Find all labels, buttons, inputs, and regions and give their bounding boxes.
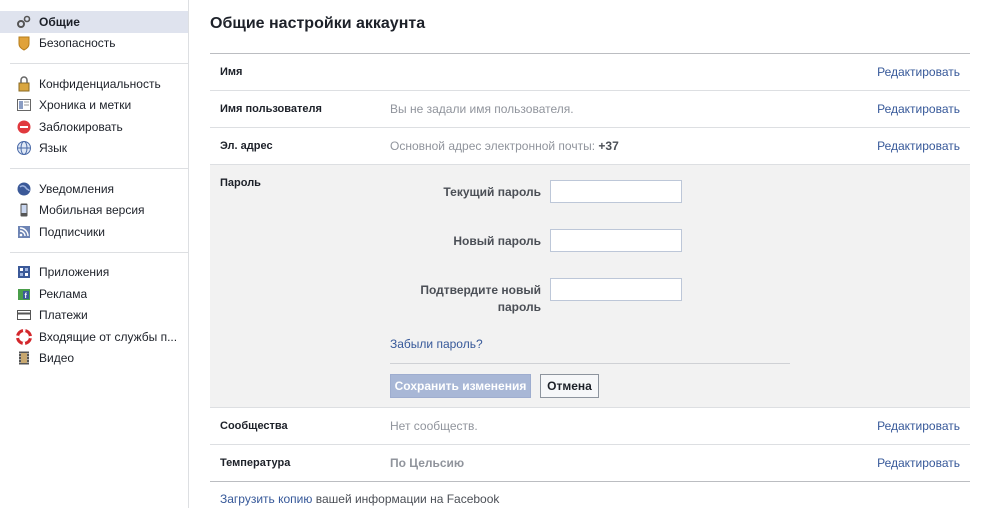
edit-email-link[interactable]: Редактировать: [877, 139, 960, 153]
settings-main: Общие настройки аккаунта Имя Редактирова…: [210, 0, 970, 506]
timeline-icon: [16, 97, 32, 113]
confirm-password-input[interactable]: [550, 278, 682, 301]
sidebar-item-label: Приложения: [39, 265, 110, 280]
sidebar-item-ads[interactable]: f Реклама: [0, 283, 188, 305]
sidebar-item-label: Язык: [39, 141, 68, 156]
sidebar-item-label: Подписчики: [39, 224, 106, 239]
block-icon: [16, 119, 32, 135]
download-copy-text: вашей информации на Facebook: [312, 492, 500, 506]
payments-icon: [16, 307, 32, 323]
sidebar-item-notifications[interactable]: Уведомления: [0, 178, 188, 200]
email-value-bold: +37: [598, 139, 619, 153]
sidebar-divider: [10, 63, 188, 64]
setting-row-name[interactable]: Имя Редактировать: [210, 54, 970, 91]
apps-icon: [16, 264, 32, 280]
sidebar-item-label: Платежи: [39, 308, 88, 323]
cancel-button[interactable]: Отмена: [540, 374, 599, 398]
download-copy-footer: Загрузить копию вашей информации на Face…: [220, 492, 499, 506]
forgot-password-link[interactable]: Забыли пароль?: [390, 337, 483, 351]
setting-value: Основной адрес электронной почты: +37: [390, 139, 619, 153]
settings-sidebar: Общие Безопасность Конфиденциальность Хр…: [0, 0, 189, 508]
setting-value: Нет сообществ.: [390, 419, 478, 433]
sidebar-item-followers[interactable]: Подписчики: [0, 221, 188, 243]
setting-value: Вы не задали имя пользователя.: [390, 102, 574, 116]
lock-icon: [16, 76, 32, 92]
setting-row-email[interactable]: Эл. адрес Основной адрес электронной поч…: [210, 128, 970, 165]
sidebar-item-label: Реклама: [39, 286, 88, 301]
sidebar-item-security[interactable]: Безопасность: [0, 33, 188, 55]
sidebar-item-label: Хроника и метки: [39, 98, 132, 113]
email-value-text: Основной адрес электронной почты:: [390, 139, 599, 153]
sidebar-item-apps[interactable]: Приложения: [0, 262, 188, 284]
sidebar-item-privacy[interactable]: Конфиденциальность: [0, 73, 188, 95]
sidebar-item-label: Заблокировать: [39, 119, 123, 134]
sidebar-item-label: Конфиденциальность: [39, 76, 161, 91]
gears-icon: [16, 14, 32, 30]
nav-group-apps: Приложения f Реклама Платежи Входящие от…: [0, 262, 188, 370]
sidebar-item-payments[interactable]: Платежи: [0, 305, 188, 327]
password-section: Пароль Текущий пароль Новый пароль Подтв…: [210, 165, 970, 408]
sidebar-item-label: Уведомления: [39, 181, 115, 196]
sidebar-item-blocking[interactable]: Заблокировать: [0, 116, 188, 138]
sidebar-item-label: Мобильная версия: [39, 203, 145, 218]
sidebar-item-mobile[interactable]: Мобильная версия: [0, 200, 188, 222]
nav-group-general: Общие Безопасность: [0, 0, 188, 54]
globe-icon: [16, 140, 32, 156]
sidebar-item-timeline[interactable]: Хроника и метки: [0, 95, 188, 117]
save-changes-button[interactable]: Сохранить изменения: [390, 374, 531, 398]
globe-notification-icon: [16, 181, 32, 197]
download-copy-link[interactable]: Загрузить копию: [220, 492, 312, 506]
sidebar-item-label: Общие: [39, 14, 80, 29]
sidebar-item-video[interactable]: Видео: [0, 348, 188, 370]
new-password-label: Новый пароль: [453, 234, 541, 248]
setting-label: Температура: [220, 457, 291, 469]
nav-group-privacy: Конфиденциальность Хроника и метки Забло…: [0, 73, 188, 159]
sidebar-divider: [10, 251, 188, 253]
sidebar-item-label: Безопасность: [39, 36, 116, 51]
setting-row-networks[interactable]: Сообщества Нет сообществ. Редактировать: [210, 408, 970, 445]
film-icon: [16, 350, 32, 366]
sidebar-item-label: Входящие от службы п...: [39, 329, 178, 344]
setting-label: Сообщества: [220, 420, 288, 432]
lifebuoy-icon: [16, 328, 32, 345]
setting-row-temperature[interactable]: Температура По Цельсию Редактировать: [210, 445, 970, 482]
edit-temperature-link[interactable]: Редактировать: [877, 456, 960, 470]
edit-name-link[interactable]: Редактировать: [877, 65, 960, 79]
setting-label: Пароль: [220, 177, 261, 189]
rss-icon: [16, 224, 32, 240]
setting-row-username[interactable]: Имя пользователя Вы не задали имя пользо…: [210, 91, 970, 128]
sidebar-item-label: Видео: [39, 351, 75, 366]
setting-value: По Цельсию: [390, 456, 465, 470]
edit-networks-link[interactable]: Редактировать: [877, 419, 960, 433]
mobile-icon: [16, 202, 32, 218]
sidebar-item-language[interactable]: Язык: [0, 138, 188, 160]
sidebar-divider: [10, 168, 188, 169]
edit-username-link[interactable]: Редактировать: [877, 102, 960, 116]
page-title: Общие настройки аккаунта: [210, 15, 970, 54]
setting-label: Эл. адрес: [220, 140, 273, 152]
setting-label: Имя пользователя: [220, 103, 322, 115]
sidebar-item-support-inbox[interactable]: Входящие от службы п...: [0, 326, 188, 348]
current-password-input[interactable]: [550, 180, 682, 203]
shield-icon: [16, 35, 32, 51]
new-password-input[interactable]: [550, 229, 682, 252]
current-password-label: Текущий пароль: [443, 185, 541, 199]
password-divider: [390, 363, 790, 364]
setting-label: Имя: [220, 66, 243, 78]
sidebar-item-general[interactable]: Общие: [0, 11, 188, 33]
ads-icon: f: [16, 286, 32, 302]
nav-group-notifications: Уведомления Мобильная версия Подписчики: [0, 178, 188, 243]
confirm-password-label: Подтвердите новый пароль: [420, 283, 541, 314]
